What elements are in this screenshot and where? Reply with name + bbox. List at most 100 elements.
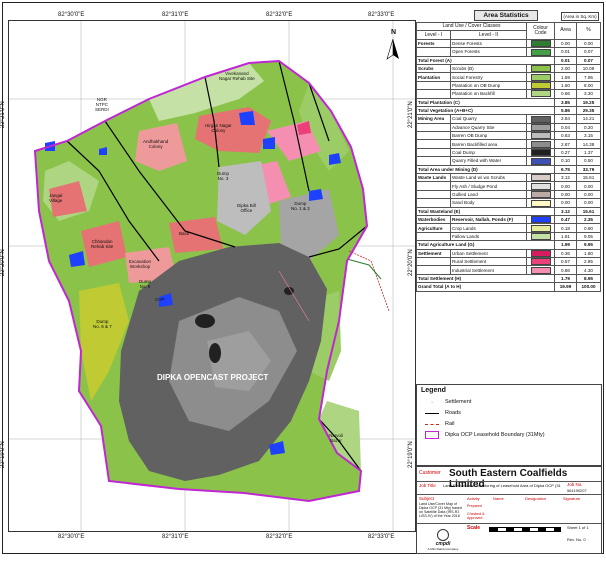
class-row: Forests Dense Forests 0.00 0.00 [416,38,601,49]
colour-swatch [530,124,551,131]
area-value: 2.87 [554,139,577,149]
pct-value: 3.15 [576,131,601,141]
total-row: Grand Total (A to H) 19.99 100.00 [416,282,601,292]
map-panel[interactable]: N DIPKA OPENCAST PROJECT Vivekanand Naga… [8,20,416,532]
class-row: Coal Dump 0.27 1.37 [416,147,601,158]
colour-swatch [530,90,551,97]
level2-cell: Plantation on OB Dump [450,80,527,91]
colour-cell [526,63,555,74]
pct-value: 3.30 [576,89,601,99]
north-label: N [391,29,397,36]
area-statistics-title: Area Statistics [474,10,538,21]
level2-cell: Reservoir, Nallah, Ponds (F) [450,214,527,225]
x-tick-bottom-3: 82°32'0"E [266,534,293,540]
rev-label: Rev. No. 0 [567,537,586,542]
header-level2: Level - II [450,30,527,40]
colour-cell [526,38,555,49]
total-row: Total Forest (A) 0.01 0.07 [416,55,601,65]
level1-cell [416,147,451,158]
level2-cell: Plantation on Backfill [450,89,527,99]
legend-roads: Roads [425,409,461,417]
info-panel: Area Statistics (Area in Sq. Km) Land Us… [416,8,602,554]
boundary-box-icon [425,431,439,439]
class-row: Mining Area Coal Quarry 2.84 14.21 [416,114,601,124]
level1-cell [416,231,451,242]
level2-cell: Open Forests [450,47,527,57]
pct-value: 4.30 [576,265,601,275]
level2-cell: Waste Land w/ wo Scrubs [450,173,527,183]
class-row: Rural Settlement 0.57 2.85 [416,256,601,267]
colour-swatch [530,115,551,123]
level2-cell: Rural Settlement [450,256,527,267]
colour-cell [526,139,555,149]
level1-cell: Waste Lands [416,173,451,183]
total-row: Total Agriculture Land (G) 1.99 9.95 [416,240,601,250]
job-title: Land Reclamation Monitoring of Leasehold… [443,483,561,488]
label-rehab: Chhandan Rehab Site [91,239,114,249]
x-tick-bottom-2: 82°31'0"E [162,534,189,540]
level1-cell [416,156,451,166]
pct-value: 0.00 [576,189,601,200]
pct-value: 0.00 [576,181,601,191]
colour-swatch [530,258,551,265]
pct-value: 0.50 [576,156,601,166]
pct-value: 19.25 [576,97,601,107]
checked-label: Checked & Approved [467,512,485,520]
area-value: 0.00 [554,181,577,191]
label-dump-6-7: Dump No. 6 & 7 [93,319,112,329]
area-value: 0.18 [554,223,577,233]
level1-cell [416,89,451,99]
total-label: Total Forest (A) [416,55,555,65]
x-tick-bottom-1: 82°30'0"E [58,534,85,540]
label-hv-nagar: Hirgan Nagar Colony [205,123,232,133]
area-value: 0.47 [554,214,577,225]
area-value: 0.10 [554,156,577,166]
label-vivekanand: Vivekanand Nagar Rehab Site [219,71,255,81]
legend-rail: Rail [425,420,454,428]
land-use-map [9,21,415,531]
colour-swatch [530,48,551,56]
area-value: 0.00 [554,198,577,208]
class-row: Waterbodies Reservoir, Nallah, Ponds (F) 0… [416,214,601,225]
title-block: Customer South Eastern Coalfields Limite… [416,466,602,554]
colour-cell [526,114,555,124]
y-tick-left-1: 22°21'0"N [0,101,6,128]
label-chp: CHP [155,297,165,302]
total-label: Total Plantation (C) [416,97,555,107]
level1-cell: Plantation [416,72,451,82]
level1-cell [416,131,451,141]
level2-cell: Coal Dump [450,147,527,158]
level1-cell: Scrubs [416,63,451,74]
class-row: Industrial Settlement 0.86 4.30 [416,265,601,275]
colour-cell [526,189,555,200]
area-value: 1.79 [554,273,577,284]
pct-value: 0.07 [576,55,601,65]
level2-cell: Advance Quarry Site [450,122,527,133]
pct-value: 10.09 [576,63,601,74]
total-row: Total Area under Mining (D) 6.75 33.79 [416,164,601,175]
area-value: 2.00 [554,63,577,74]
total-label: Total Agriculture Land (G) [416,240,555,250]
level1-cell [416,265,451,275]
pct-value: 0.00 [576,198,601,208]
area-value: 5.86 [554,105,577,116]
class-row: Barren OB Dump 0.63 3.15 [416,131,601,141]
colour-cell [526,231,555,242]
legend: Legend · Settlement Roads Rail Dipka OCP… [416,384,602,466]
label-dump-5: Dump No. 5 [139,279,152,289]
class-row: Scrubs Scrubs (B) 2.00 10.09 [416,63,601,74]
colour-cell [526,147,555,158]
label-office: Dipka Bill Office [237,203,256,213]
colour-swatch [530,216,551,223]
colour-swatch [530,73,551,81]
area-value: 2.84 [554,114,577,124]
area-value: 0.66 [554,89,577,99]
level2-cell: Fallow Lands [450,231,527,242]
pct-value: 0.07 [576,47,601,57]
colour-cell [526,223,555,233]
area-value: 3.12 [554,206,577,217]
level2-cell: Fly Ash / Sludge Pond [450,181,527,191]
area-unit-label: (Area in Sq. Km) [561,12,599,21]
activity-label: Activity [467,496,480,501]
header-pct: % [576,22,601,40]
